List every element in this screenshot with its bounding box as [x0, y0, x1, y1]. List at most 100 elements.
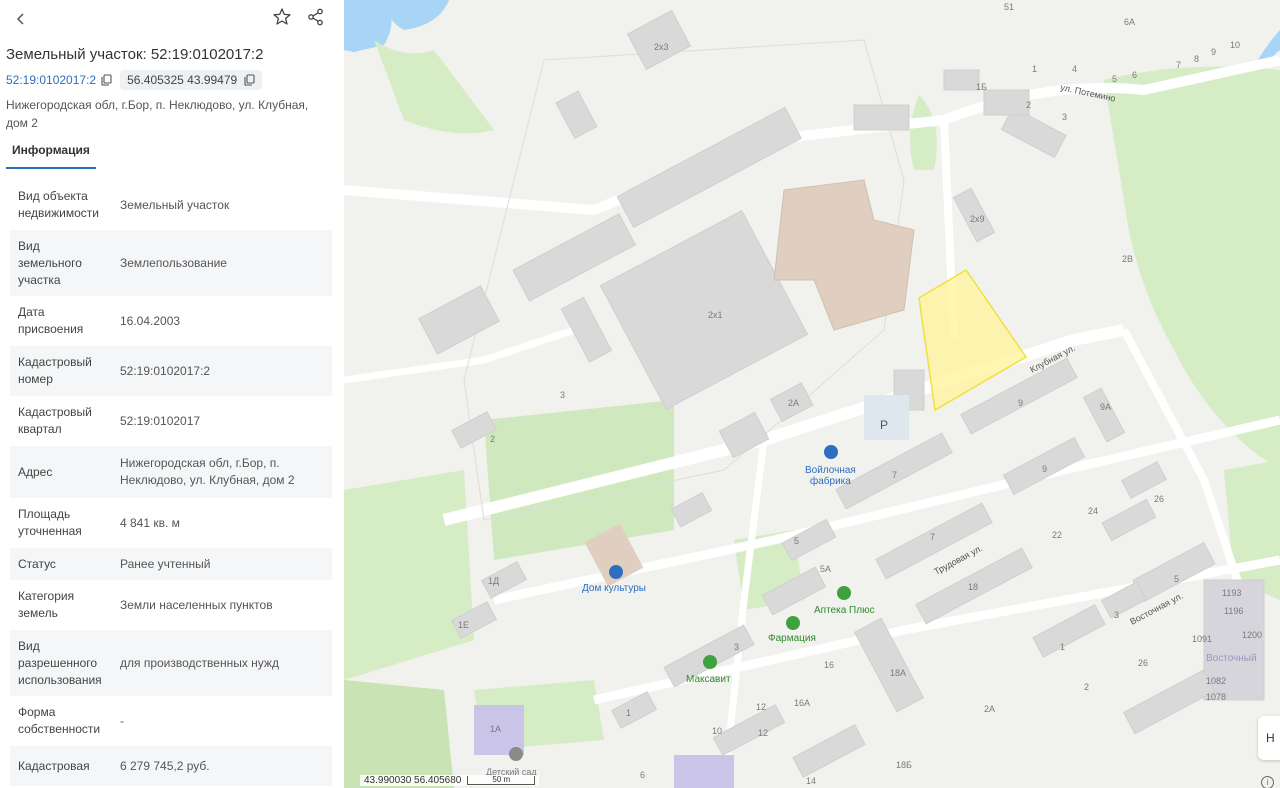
- share-button[interactable]: [306, 7, 330, 31]
- house-number: 16: [824, 660, 834, 670]
- cad-number-link[interactable]: 52:19:0102017:2: [6, 73, 112, 87]
- house-number: 2х1: [708, 310, 723, 320]
- house-number: 26: [1154, 494, 1164, 504]
- house-number: 6А: [1124, 17, 1135, 27]
- table-row: Вид объекта недвижимости Земельный участо…: [10, 180, 332, 230]
- copy-icon[interactable]: [244, 74, 255, 86]
- house-number: 22: [1052, 530, 1062, 540]
- house-number: 12: [756, 702, 766, 712]
- coordinates-text: 56.405325 43.99479: [127, 73, 238, 87]
- cursor-coordinates: 43.990030 56.405680: [364, 775, 462, 786]
- house-number: 1091: [1192, 634, 1212, 644]
- map-svg[interactable]: P Клубная ул. Трудовая ул. Восточная ул.…: [344, 0, 1280, 788]
- school-icon: [509, 747, 523, 761]
- building-kindergarten-2: [674, 755, 734, 788]
- cad-number-text: 52:19:0102017:2: [6, 73, 97, 87]
- row-label: Вид разрешенного использования: [10, 630, 112, 696]
- row-value: Земли населенных пунктов: [120, 597, 273, 612]
- house-number: 26: [1138, 658, 1148, 668]
- house-number: 2: [1084, 682, 1089, 692]
- row-value: 4 841 кв. м: [120, 515, 180, 530]
- map-side-button[interactable]: Н: [1258, 716, 1280, 760]
- house-number: 1: [1060, 642, 1065, 652]
- table-row: Форма собственности -: [10, 696, 332, 746]
- pharmacy-icon: [786, 616, 800, 630]
- coordinates-chip[interactable]: 56.405325 43.99479: [120, 70, 263, 90]
- row-value: 52:19:0102017:2: [112, 346, 332, 396]
- house-number: 5: [1112, 74, 1117, 84]
- row-value: 6 279 745,2 руб.: [112, 746, 332, 786]
- tab-information[interactable]: Информация: [6, 137, 96, 169]
- row-value: 16.04.2003: [120, 313, 181, 328]
- row-label: Форма собственности: [18, 705, 101, 736]
- table-row: Площадь уточненная 4 841 кв. м: [10, 498, 332, 548]
- row-label: Кадастровая: [10, 746, 112, 786]
- row-label: Вид земельного участка: [10, 230, 112, 296]
- row-label: Статус: [10, 548, 112, 580]
- building: [853, 104, 910, 131]
- poi-factory-label-1: Войлочная: [805, 465, 856, 476]
- copy-icon[interactable]: [101, 74, 112, 86]
- table-row: Дата присвоения 16.04.2003: [10, 296, 332, 346]
- panel-toolbar: [0, 0, 344, 38]
- scale-control: 43.990030 56.405680 50 m: [360, 775, 540, 786]
- house-number: 10: [712, 726, 722, 736]
- table-row: Статус Ранее учтенный: [10, 548, 332, 580]
- house-number: 6: [1132, 70, 1137, 80]
- house-number: 3: [1114, 610, 1119, 620]
- house-number: 5: [794, 536, 799, 546]
- house-number: 1: [1032, 64, 1037, 74]
- table-row: Кадастровый квартал 52:19:0102017: [10, 396, 332, 446]
- chevron-left-icon: [16, 13, 24, 25]
- info-panel: Земельный участок: 52:19:0102017:2 52:19…: [0, 0, 344, 788]
- house-number: 6: [640, 770, 645, 780]
- house-number: 3: [1062, 112, 1067, 122]
- row-value: -: [120, 713, 124, 728]
- house-number: 1Д: [488, 576, 499, 586]
- map-canvas[interactable]: P Клубная ул. Трудовая ул. Восточная ул.…: [344, 0, 1280, 788]
- share-icon: [308, 8, 323, 26]
- house-number: 24: [1088, 506, 1098, 516]
- house-number: 18Б: [896, 760, 912, 770]
- poi-pharmacy-plus-label: Аптека Плюс: [814, 605, 875, 616]
- house-number: 18: [968, 582, 978, 592]
- house-number: 1200: [1242, 630, 1262, 640]
- row-value: для производственных нужд: [112, 630, 332, 696]
- row-label: Дата присвоения: [18, 305, 84, 336]
- house-number: 3: [560, 390, 565, 400]
- tshirt-icon: [824, 445, 838, 459]
- house-number: 1193: [1222, 588, 1241, 598]
- table-row: Кадастровая 6 279 745,2 руб.: [10, 746, 332, 786]
- building: [983, 89, 1030, 116]
- house-number: 2х3: [654, 42, 669, 52]
- house-number: 12: [758, 728, 768, 738]
- identifier-chips: 52:19:0102017:2 56.405325 43.99479: [6, 70, 263, 90]
- back-button[interactable]: [8, 6, 34, 32]
- house-number: 9А: [1100, 402, 1111, 412]
- parking-label: P: [880, 418, 888, 432]
- row-label: Площадь уточненная: [18, 507, 82, 538]
- star-icon: [273, 8, 291, 25]
- house-number: 7: [930, 532, 935, 542]
- house-number: 9: [1042, 464, 1047, 474]
- house-number: 2: [490, 434, 495, 444]
- pharmacy-icon: [703, 655, 717, 669]
- house-number: 2А: [788, 398, 799, 408]
- row-label: Адрес: [10, 446, 112, 498]
- pond: [344, 0, 392, 52]
- favorite-button[interactable]: [272, 7, 296, 31]
- house-number: 10: [1230, 40, 1240, 50]
- district-label: Восточный: [1206, 653, 1257, 664]
- row-value: Ранее учтенный: [112, 548, 332, 580]
- scale-bar: 50 m: [467, 776, 536, 785]
- info-icon[interactable]: i: [1261, 776, 1274, 788]
- table-row: Кадастровый номер 52:19:0102017:2: [10, 346, 332, 396]
- row-value: 52:19:0102017: [120, 413, 201, 428]
- house-number: 1Е: [458, 620, 469, 630]
- house-number: 9: [1018, 398, 1023, 408]
- poi-culture-label: Дом культуры: [582, 583, 646, 594]
- row-label: Категория земель: [18, 589, 75, 620]
- building-1B: [943, 69, 980, 91]
- poi-pharmacy-label: Фармация: [768, 633, 816, 644]
- house-number: 2В: [1122, 254, 1133, 264]
